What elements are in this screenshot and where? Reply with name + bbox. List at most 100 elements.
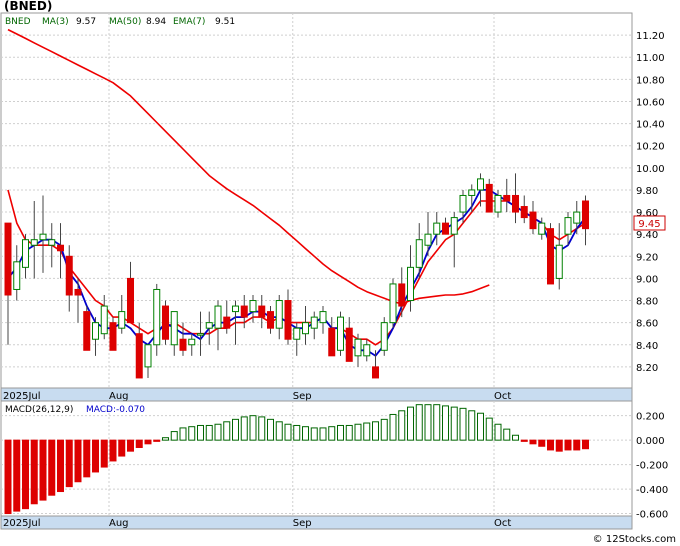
candle-body — [275, 300, 283, 329]
macd-bar — [13, 439, 21, 512]
price-tick-label: 9.80 — [636, 186, 658, 197]
candle-body — [197, 333, 204, 336]
candle-body — [48, 239, 56, 246]
macd-bar — [407, 406, 414, 441]
macd-tick-label: 0.200 — [636, 412, 665, 423]
macd-bar — [118, 439, 126, 457]
macd-bar — [372, 421, 379, 441]
candle-body — [57, 244, 64, 252]
candle-body — [433, 222, 441, 235]
candle-body — [293, 327, 301, 340]
candle-body — [127, 277, 134, 324]
macd-bar — [459, 407, 467, 441]
price-panel: 11.20 11.00 10.80 10.60 10.40 10.20 10.00 9.80 9… — [0, 0, 666, 402]
macd-bar — [582, 439, 589, 450]
candle-body — [4, 222, 12, 296]
candle — [83, 306, 91, 351]
stock-chart: 11.20 11.00 10.80 10.60 10.40 10.20 10.00 9.80 9… — [0, 0, 680, 546]
macd-bar — [92, 439, 99, 473]
candle-body — [503, 194, 511, 202]
candle-body — [520, 206, 528, 219]
candle-body — [529, 211, 537, 230]
last-price-box: 9.45 — [633, 215, 666, 231]
macd-date-axis — [0, 515, 633, 530]
macd-bar — [415, 404, 423, 441]
macd-bar — [127, 439, 134, 452]
macd-x-tick-label: Aug — [109, 518, 129, 529]
price-tick-label: 8.40 — [636, 341, 658, 352]
macd-bar — [249, 415, 257, 441]
candle — [389, 278, 397, 329]
macd-bar — [30, 439, 38, 505]
macd-bar — [433, 404, 441, 441]
price-tick-label: 10.00 — [636, 164, 665, 175]
candle-body — [372, 366, 379, 379]
macd-bar — [275, 421, 283, 441]
price-tick-label: 8.60 — [636, 319, 658, 330]
macd-bar — [214, 423, 222, 441]
price-tick-label: 10.40 — [636, 120, 665, 131]
legend-ema7-label: EMA(7) — [173, 17, 205, 27]
macd-x-tick-label: Oct — [494, 518, 511, 529]
macd-bar — [284, 423, 292, 441]
macd-bar — [389, 413, 397, 441]
candle-body — [459, 194, 467, 213]
macd-bar — [179, 427, 187, 441]
candle-body — [398, 283, 406, 307]
candle-body — [162, 305, 169, 340]
candle-body — [258, 305, 266, 318]
candle-body — [310, 316, 318, 329]
candle-body — [450, 217, 458, 235]
macd-title-label: MACD(26,12,9) — [5, 405, 73, 415]
candle-body — [83, 311, 91, 351]
last-price-label: 9.45 — [638, 219, 660, 230]
candle-body — [407, 266, 414, 302]
macd-bar — [153, 439, 161, 442]
macd-bar — [83, 439, 91, 478]
candle-body — [302, 322, 309, 335]
candle-body — [415, 239, 423, 268]
candle — [337, 311, 344, 356]
macd-bar — [529, 439, 537, 445]
macd-bar — [398, 410, 406, 441]
legend-ma3-value: 9.57 — [76, 17, 96, 27]
candle-body — [328, 327, 336, 357]
candle-body — [240, 305, 248, 318]
legend-ma50-label: MA(50) — [109, 17, 141, 27]
macd-bar — [363, 422, 371, 441]
candle-body — [214, 305, 222, 329]
candle — [547, 223, 554, 285]
candle-body — [442, 222, 449, 235]
candle-body — [485, 183, 493, 213]
candle-body — [188, 338, 196, 346]
price-date-axis — [0, 387, 633, 402]
macd-bar — [468, 410, 476, 441]
candle-body — [389, 283, 397, 324]
macd-tick-label: -0.200 — [636, 461, 668, 472]
macd-bar — [512, 434, 519, 441]
candle-body — [170, 311, 178, 346]
macd-tick-label: -0.600 — [636, 510, 668, 521]
candle — [162, 300, 169, 345]
candle-body — [582, 200, 589, 230]
macd-bar — [573, 439, 581, 451]
price-tick-label: 11.00 — [636, 53, 665, 64]
macd-panel: 0.200 0.000 -0.200 -0.400 -0.600 MACD(26,12,… — [0, 400, 668, 530]
macd-x-tick-label: Sep — [293, 518, 312, 529]
macd-tick-label: 0.000 — [636, 436, 665, 447]
candle-body — [363, 344, 371, 357]
candle-body — [179, 338, 187, 351]
candle-body — [100, 305, 108, 335]
candle-body — [109, 322, 117, 351]
candle-body — [135, 333, 143, 379]
macd-bar — [170, 431, 178, 441]
price-tick-label: 10.80 — [636, 75, 665, 86]
price-tick-label: 9.20 — [636, 252, 658, 263]
macd-bar — [442, 405, 449, 441]
candle-body — [39, 233, 47, 241]
macd-bar — [100, 439, 108, 468]
candle-body — [22, 239, 29, 268]
candle-body — [345, 327, 353, 362]
candle-body — [232, 305, 239, 313]
candle-body — [30, 239, 38, 246]
